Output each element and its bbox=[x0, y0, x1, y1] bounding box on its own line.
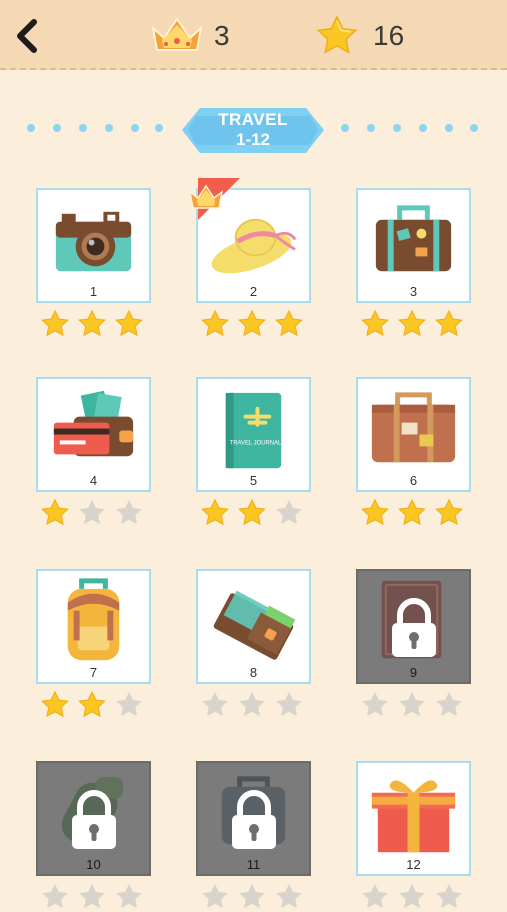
star-filled-icon bbox=[238, 498, 266, 526]
star-empty-icon bbox=[276, 499, 302, 525]
level-number: 8 bbox=[249, 665, 258, 680]
star-filled-icon bbox=[275, 309, 303, 337]
level-number: 3 bbox=[409, 284, 418, 299]
star-filled-icon bbox=[41, 309, 69, 337]
star-filled-icon bbox=[41, 690, 69, 718]
star-empty-icon bbox=[436, 691, 462, 717]
level-number: 4 bbox=[89, 473, 98, 488]
lock-icon bbox=[232, 790, 276, 849]
star-filled-icon bbox=[201, 309, 229, 337]
level-number: 12 bbox=[406, 857, 421, 872]
crown-icon bbox=[151, 17, 203, 51]
star-empty-icon bbox=[79, 883, 105, 909]
level-stars-3 bbox=[360, 309, 472, 339]
star-empty-icon bbox=[79, 499, 105, 525]
star-filled-icon bbox=[238, 309, 266, 337]
level-stars-5 bbox=[200, 498, 312, 528]
svg-text:TRAVEL JOURNAL: TRAVEL JOURNAL bbox=[230, 440, 282, 446]
star-filled-icon bbox=[398, 309, 426, 337]
level-stars-12 bbox=[360, 882, 472, 912]
level-stars-1 bbox=[40, 309, 152, 339]
lock-icon bbox=[392, 598, 436, 657]
star-empty-icon bbox=[202, 883, 228, 909]
level-tile-11[interactable]: 11 bbox=[196, 761, 311, 876]
star-filled-icon bbox=[115, 309, 143, 337]
level-stars-10 bbox=[40, 882, 152, 912]
star-filled-icon bbox=[435, 309, 463, 337]
star-empty-icon bbox=[276, 691, 302, 717]
level-stars-8 bbox=[200, 690, 312, 720]
category-range: 1-12 bbox=[235, 130, 271, 149]
level-number: 9 bbox=[409, 665, 418, 680]
star-empty-icon bbox=[239, 691, 265, 717]
level-stars-9 bbox=[360, 690, 472, 720]
level-tile-5[interactable]: TRAVEL JOURNAL 5 bbox=[196, 377, 311, 492]
star-empty-icon bbox=[42, 883, 68, 909]
star-empty-icon bbox=[116, 883, 142, 909]
level-tile-9[interactable]: 9 bbox=[356, 569, 471, 684]
level-number: 10 bbox=[86, 857, 101, 872]
back-arrow-icon bbox=[17, 19, 37, 53]
level-tile-12[interactable]: 12 bbox=[356, 761, 471, 876]
level-tile-7[interactable]: 7 bbox=[36, 569, 151, 684]
level-number: 1 bbox=[89, 284, 98, 299]
level-tile-2[interactable]: 2 bbox=[188, 178, 311, 303]
left-dots-divider bbox=[24, 124, 174, 134]
star-empty-icon bbox=[276, 883, 302, 909]
star-filled-icon bbox=[435, 498, 463, 526]
back-button[interactable] bbox=[10, 16, 42, 56]
star-filled-icon bbox=[361, 309, 389, 337]
level-number: 7 bbox=[89, 665, 98, 680]
level-tile-4[interactable]: 4 bbox=[36, 377, 151, 492]
level-tile-1[interactable]: 1 bbox=[36, 188, 151, 303]
star-empty-icon bbox=[436, 883, 462, 909]
star-filled-icon bbox=[398, 498, 426, 526]
star-empty-icon bbox=[116, 691, 142, 717]
star-filled-icon bbox=[41, 498, 69, 526]
level-stars-7 bbox=[40, 690, 152, 720]
level-number: 11 bbox=[246, 857, 261, 872]
category-title: TRAVEL bbox=[218, 110, 288, 129]
level-tile-8[interactable]: 8 bbox=[196, 569, 311, 684]
star-total-icon bbox=[316, 15, 358, 54]
star-empty-icon bbox=[399, 883, 425, 909]
level-number: 2 bbox=[249, 284, 258, 299]
level-number: 6 bbox=[409, 473, 418, 488]
star-filled-icon bbox=[361, 498, 389, 526]
star-filled-icon bbox=[78, 309, 106, 337]
star-filled-icon bbox=[201, 498, 229, 526]
star-empty-icon bbox=[362, 883, 388, 909]
star-empty-icon bbox=[116, 499, 142, 525]
star-filled-icon bbox=[78, 690, 106, 718]
level-stars-6 bbox=[360, 498, 472, 528]
star-count: 16 bbox=[373, 20, 405, 51]
level-stars-4 bbox=[40, 498, 152, 528]
lock-icon bbox=[72, 790, 116, 849]
star-empty-icon bbox=[362, 691, 388, 717]
right-dots-divider bbox=[336, 124, 486, 134]
level-stars-2 bbox=[200, 309, 312, 339]
level-tile-3[interactable]: 3 bbox=[356, 188, 471, 303]
level-tile-6[interactable]: 6 bbox=[356, 377, 471, 492]
star-empty-icon bbox=[239, 883, 265, 909]
crown-badge-icon bbox=[188, 178, 240, 220]
level-tile-10[interactable]: 10 bbox=[36, 761, 151, 876]
top-bar: 3 16 bbox=[0, 0, 507, 70]
star-empty-icon bbox=[399, 691, 425, 717]
star-empty-icon bbox=[202, 691, 228, 717]
level-stars-11 bbox=[200, 882, 312, 912]
level-number: 5 bbox=[249, 473, 258, 488]
crown-count: 3 bbox=[214, 20, 230, 51]
